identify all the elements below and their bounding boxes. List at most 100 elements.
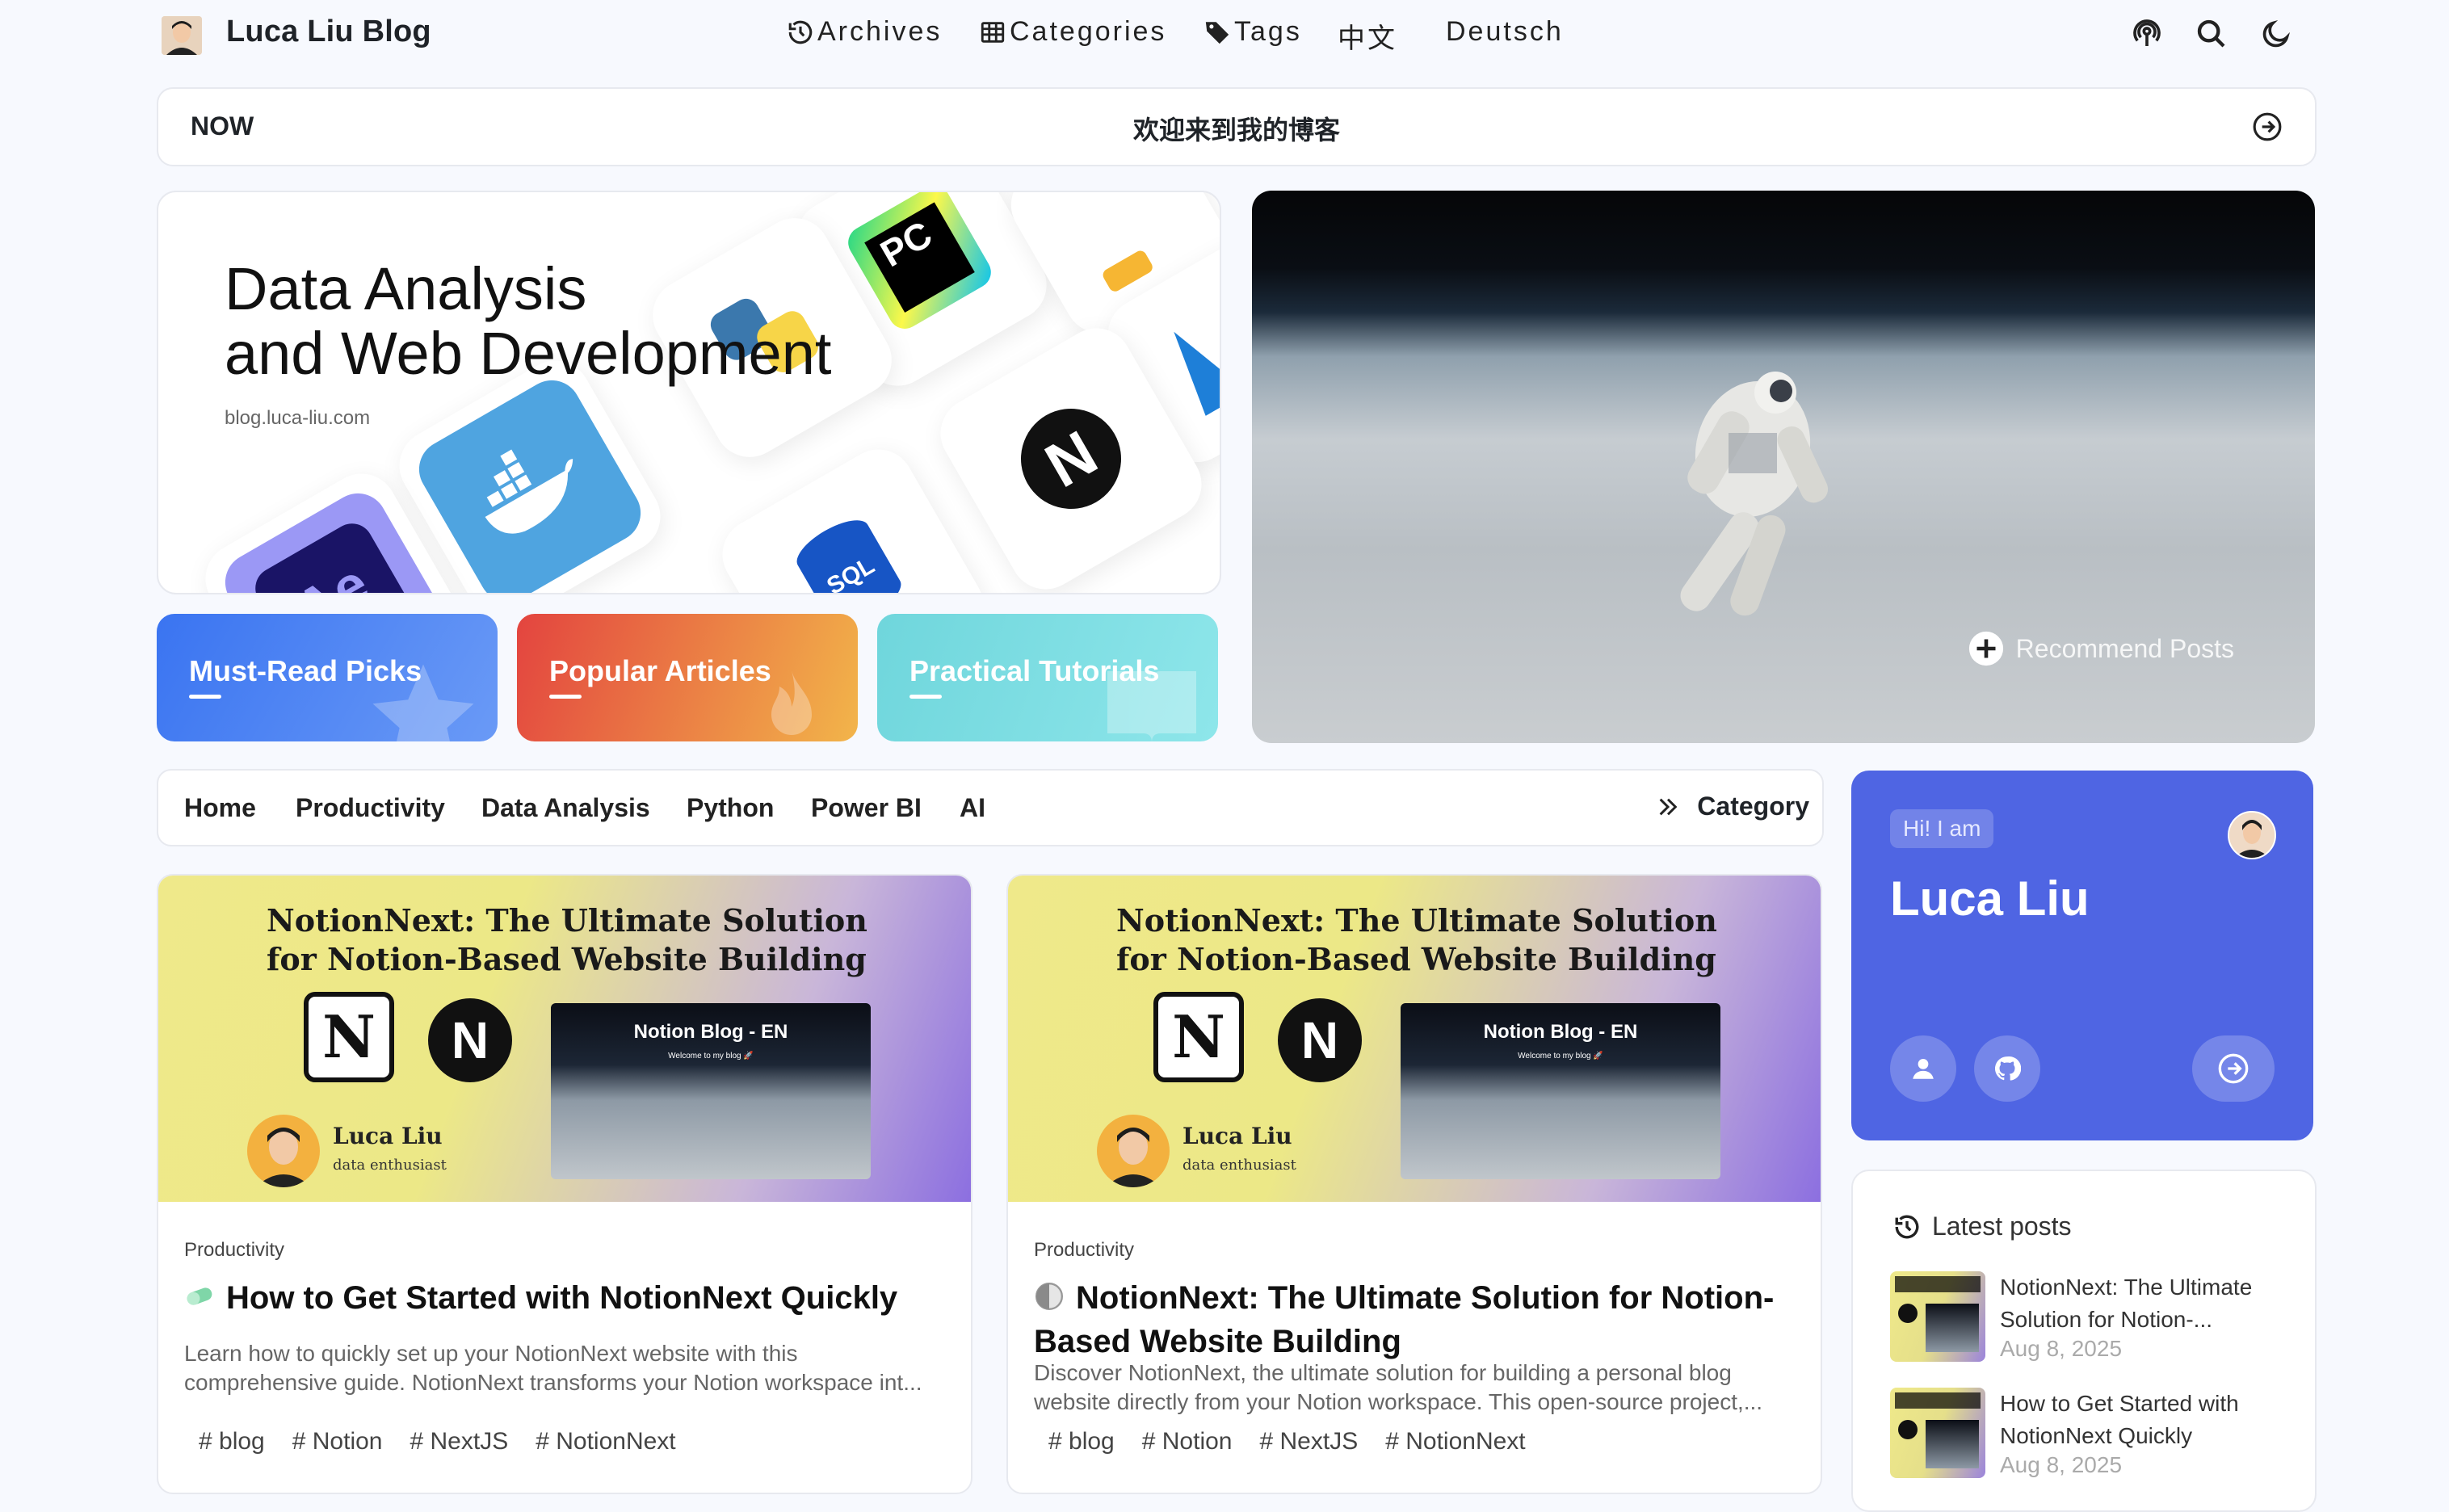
tag-link[interactable]: # NextJS xyxy=(410,1428,509,1455)
tag-link[interactable]: # NotionNext xyxy=(536,1428,675,1455)
post-card[interactable]: NotionNext: The Ultimate Solution for No… xyxy=(157,874,972,1494)
cover-screenshot: Notion Blog - EN Welcome to my blog 🚀 xyxy=(1401,1003,1720,1179)
post-title-text: NotionNext: The Ultimate Solution for No… xyxy=(1034,1280,1775,1359)
nav-deutsch-label: Deutsch xyxy=(1446,16,1564,47)
latest-post-title: How to Get Started with NotionNext Quick… xyxy=(2000,1391,2239,1448)
avatar xyxy=(2228,811,2276,859)
nav-tags[interactable]: Tags xyxy=(1203,16,1302,48)
about-button[interactable] xyxy=(1890,1035,1956,1102)
practical-tutorials-tile[interactable]: Practical Tutorials xyxy=(877,614,1218,741)
category-link-productivity[interactable]: Productivity xyxy=(296,793,445,823)
post-title-text: How to Get Started with NotionNext Quick… xyxy=(226,1280,898,1316)
cover-screenshot-subtitle: Welcome to my blog 🚀 xyxy=(668,1052,754,1060)
recommend-posts-label: Recommend Posts xyxy=(2015,633,2234,663)
tag-link[interactable]: # NotionNext xyxy=(1385,1428,1525,1455)
plus-circle-icon xyxy=(1968,631,2003,666)
github-button[interactable] xyxy=(1974,1035,2040,1102)
tile-underline xyxy=(549,695,582,699)
notion-icon: N xyxy=(1153,992,1244,1082)
tag-link[interactable]: # Notion xyxy=(1142,1428,1233,1455)
nav-deutsch[interactable]: Deutsch xyxy=(1446,16,1564,48)
astronaut-image xyxy=(1680,372,1829,616)
notion-icon: N xyxy=(304,992,394,1082)
history-icon xyxy=(788,20,813,44)
github-icon xyxy=(1994,1056,2021,1081)
podcast-icon[interactable] xyxy=(2131,18,2163,50)
category-more-button[interactable]: Category xyxy=(1655,792,1809,821)
category-bar: Home Productivity Data Analysis Python P… xyxy=(157,769,1824,846)
cover-title: NotionNext: The Ultimate Solution for No… xyxy=(1116,902,1717,977)
moon-icon[interactable] xyxy=(2260,18,2292,50)
moon-phase-icon xyxy=(1035,1282,1064,1311)
must-read-picks-tile[interactable]: Must-Read Picks xyxy=(157,614,498,741)
category-link-python[interactable]: Python xyxy=(687,793,774,823)
popular-articles-tile[interactable]: Popular Articles xyxy=(517,614,858,741)
cover-author-name: Luca Liu xyxy=(333,1123,443,1149)
cover-screenshot-title: Notion Blog - EN xyxy=(633,1021,788,1043)
cover-screenshot: Notion Blog - EN Welcome to my blog 🚀 xyxy=(551,1003,871,1179)
latest-post-item[interactable]: How to Get Started with NotionNext Quick… xyxy=(1890,1388,2302,1485)
arrow-right-circle-icon xyxy=(2218,1053,2249,1084)
user-icon xyxy=(1913,1058,1934,1079)
nav-categories-label: Categories xyxy=(1010,16,1167,47)
arrow-right-circle-icon[interactable] xyxy=(2252,111,2283,142)
cover-author-name: Luca Liu xyxy=(1182,1123,1292,1149)
category-link-home[interactable]: Home xyxy=(184,793,256,823)
latest-posts-heading-text: Latest posts xyxy=(1932,1212,2072,1241)
logo-avatar[interactable] xyxy=(162,16,202,55)
tag-link[interactable]: # blog xyxy=(199,1428,265,1455)
post-title[interactable]: NotionNext: The Ultimate Solution for No… xyxy=(1034,1276,1793,1363)
tile-underline xyxy=(189,695,221,699)
featured-image[interactable]: Recommend Posts xyxy=(1252,191,2315,743)
post-tags: # blog # Notion # NextJS # NotionNext xyxy=(1048,1428,1526,1455)
history-icon xyxy=(1895,1215,1919,1238)
nextjs-icon: N xyxy=(1278,998,1362,1082)
category-link-ai[interactable]: AI xyxy=(960,793,985,823)
search-icon[interactable] xyxy=(2195,18,2228,50)
announcement-text: 欢迎来到我的博客 xyxy=(1132,116,1340,145)
post-card[interactable]: NotionNext: The Ultimate Solution for No… xyxy=(1006,874,1822,1494)
tag-link[interactable]: # blog xyxy=(1048,1428,1115,1455)
latest-post-item[interactable]: NotionNext: The Ultimate Solution for No… xyxy=(1890,1271,2302,1368)
tag-link[interactable]: # NextJS xyxy=(1260,1428,1359,1455)
profile-card[interactable]: Hi! I am Luca Liu xyxy=(1851,771,2313,1140)
tag-link[interactable]: # Notion xyxy=(292,1428,383,1455)
nav-chinese-label: 中文 xyxy=(1338,23,1397,54)
profile-name: Luca Liu xyxy=(1890,872,2090,926)
hero-subtitle: blog.luca-liu.com xyxy=(225,407,371,429)
post-cover[interactable]: NotionNext: The Ultimate Solution for No… xyxy=(1008,876,1821,1202)
cover-title: NotionNext: The Ultimate Solution for No… xyxy=(267,902,867,977)
greeting-badge: Hi! I am xyxy=(1890,809,1994,848)
must-read-picks-label: Must-Read Picks xyxy=(189,654,422,687)
grid-icon xyxy=(981,21,1005,43)
nav-archives[interactable]: Archives xyxy=(787,16,942,48)
popular-articles-label: Popular Articles xyxy=(549,654,771,687)
nextjs-icon: N xyxy=(428,998,512,1082)
post-title[interactable]: How to Get Started with NotionNext Quick… xyxy=(184,1276,943,1320)
post-cover[interactable]: NotionNext: The Ultimate Solution for No… xyxy=(158,876,971,1202)
latest-post-thumbnail xyxy=(1890,1388,1985,1478)
practical-tutorials-label: Practical Tutorials xyxy=(909,654,1160,687)
post-tags: # blog # Notion # NextJS # NotionNext xyxy=(199,1428,676,1455)
pill-icon xyxy=(187,1287,212,1305)
profile-more-button[interactable] xyxy=(2192,1035,2275,1102)
recommend-posts-button[interactable]: Recommend Posts xyxy=(1968,630,2234,667)
nav-categories[interactable]: Categories xyxy=(979,16,1166,48)
category-link-data-analysis[interactable]: Data Analysis xyxy=(481,793,650,823)
nav-archives-label: Archives xyxy=(817,16,943,47)
category-link-power-bi[interactable]: Power BI xyxy=(811,793,922,823)
cover-screenshot-title: Notion Blog - EN xyxy=(1483,1021,1638,1043)
hero-title-line2: and Web Development xyxy=(225,320,832,387)
announcement-bar[interactable]: NOW 欢迎来到我的博客 xyxy=(157,87,2317,166)
category-more-label: Category xyxy=(1697,792,1809,821)
nextjs-icon: N xyxy=(1002,390,1140,527)
latest-post-thumbnail xyxy=(1890,1271,1985,1362)
author-avatar xyxy=(247,1115,320,1187)
hero-banner[interactable]: PC N SQL Ae Data Analysis and Web Develo… xyxy=(157,191,1221,594)
site-title[interactable]: Luca Liu Blog xyxy=(226,15,431,49)
post-description: Learn how to quickly set up your NotionN… xyxy=(184,1341,922,1395)
latest-posts-heading: Latest posts xyxy=(1893,1212,2072,1241)
post-category[interactable]: Productivity xyxy=(184,1239,284,1262)
post-category[interactable]: Productivity xyxy=(1034,1239,1134,1262)
nav-chinese[interactable]: 中文 xyxy=(1338,16,1397,56)
